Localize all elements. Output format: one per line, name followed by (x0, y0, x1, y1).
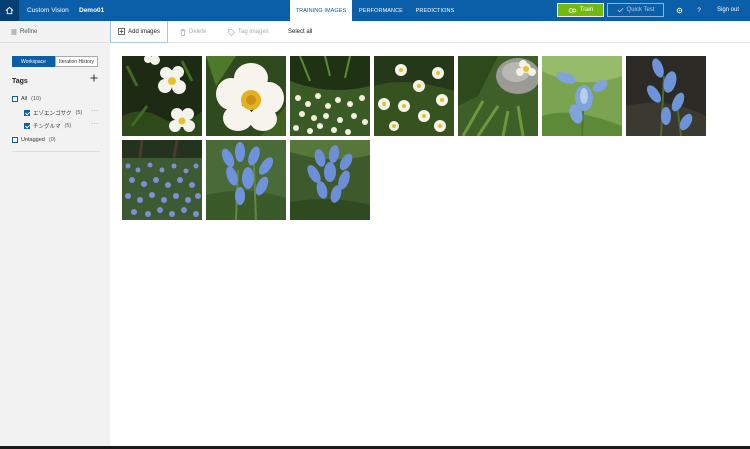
tag-label: Untagged (21, 137, 45, 143)
trash-icon (180, 28, 186, 36)
image-thumbnail-5[interactable] (458, 56, 538, 136)
gears-icon (568, 7, 577, 13)
tag-label: All (21, 96, 28, 102)
refine-label: Refine (20, 28, 38, 35)
tag-item-ezoengosaku[interactable]: エゾエンゴサク (5) (24, 108, 82, 118)
plus-icon (90, 74, 98, 82)
tag-images-button[interactable]: Tag images (228, 21, 269, 43)
image-thumbnail-9[interactable] (206, 140, 286, 220)
iteration-history-toggle[interactable]: Iteration History (55, 56, 98, 67)
image-thumbnail-8[interactable] (122, 140, 202, 220)
workspace-toggle[interactable]: Workspace (12, 56, 55, 67)
select-all-button[interactable]: Select all (288, 21, 312, 43)
home-button[interactable] (0, 0, 19, 21)
tags-heading: Tags (12, 78, 28, 85)
tag-icon (228, 28, 235, 36)
tag-label: エゾエンゴサク (33, 111, 72, 117)
image-thumbnail-6[interactable] (542, 56, 622, 136)
add-images-button[interactable]: Add images (110, 21, 168, 43)
tag-count: (10) (31, 96, 41, 102)
image-thumbnail-3[interactable] (290, 56, 370, 136)
tab-training-images[interactable]: TRAINING IMAGES (290, 0, 352, 21)
tag-checkbox[interactable] (12, 137, 18, 143)
refine-toggle[interactable]: Refine (0, 21, 110, 43)
image-grid (110, 44, 750, 446)
tag-count: (5) (75, 110, 83, 116)
tag-more-button[interactable]: ··· (91, 108, 99, 114)
train-label: Train (579, 7, 594, 13)
sign-out-link[interactable]: Sign out (717, 0, 739, 21)
delete-button[interactable]: Delete (180, 21, 206, 43)
tag-item-untagged[interactable]: Untagged (0) (12, 135, 56, 145)
tag-label: チングルマ (33, 124, 61, 130)
image-thumbnail-7[interactable] (626, 56, 706, 136)
add-image-icon (118, 28, 126, 35)
filter-icon (11, 29, 17, 34)
gear-icon (676, 7, 682, 14)
tag-item-all[interactable]: All (10) (12, 94, 41, 104)
tag-checkbox[interactable] (24, 123, 30, 129)
tag-checkbox[interactable] (24, 110, 30, 116)
tab-performance[interactable]: PERFORMANCE (355, 0, 407, 21)
image-thumbnail-1[interactable] (122, 56, 202, 136)
tag-item-chinguruma[interactable]: チングルマ (5) (24, 121, 71, 131)
image-thumbnail-4[interactable] (374, 56, 454, 136)
tag-more-button[interactable]: ··· (91, 121, 99, 127)
project-name[interactable]: Demo01 (79, 0, 104, 21)
add-tag-button[interactable] (90, 74, 98, 85)
checkmark-icon (617, 7, 623, 13)
image-thumbnail-10[interactable] (290, 140, 370, 220)
tab-predictions[interactable]: PREDICTIONS (412, 0, 458, 21)
home-icon (5, 6, 14, 15)
tag-images-label: Tag images (238, 29, 269, 35)
train-button[interactable]: Train (557, 3, 604, 17)
top-bar: Custom Vision Demo01 TRAINING IMAGES PER… (0, 0, 750, 21)
settings-button[interactable] (673, 0, 685, 21)
sidebar: Refine Workspace Iteration History Tags … (0, 21, 110, 446)
tag-count: (0) (48, 137, 56, 143)
quick-test-label: Quick Test (626, 7, 655, 13)
help-button[interactable]: ? (694, 0, 704, 21)
quick-test-button[interactable]: Quick Test (607, 3, 664, 17)
add-images-label: Add images (128, 28, 160, 35)
image-toolbar: Add images Delete Tag images Select all (110, 21, 750, 43)
image-thumbnail-2[interactable] (206, 56, 286, 136)
tag-checkbox[interactable] (12, 96, 18, 102)
tag-count: (5) (64, 123, 72, 129)
delete-label: Delete (189, 29, 207, 35)
divider (12, 151, 100, 152)
brand-name[interactable]: Custom Vision (27, 0, 69, 21)
